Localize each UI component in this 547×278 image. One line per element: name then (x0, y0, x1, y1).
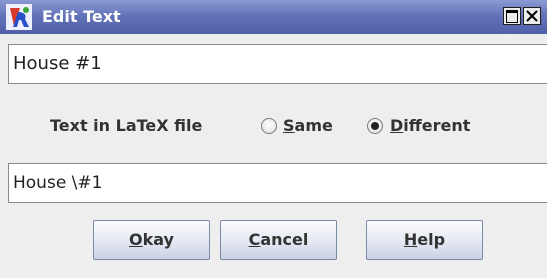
different-mnemonic: D (390, 116, 404, 135)
window-title: Edit Text (42, 7, 121, 26)
cancel-mnemonic: C (248, 230, 261, 249)
okay-mnemonic: O (129, 230, 143, 249)
app-logo-icon (6, 4, 32, 30)
help-label-rest: elp (417, 230, 446, 249)
same-radio[interactable] (261, 118, 277, 134)
different-radio[interactable] (367, 118, 383, 134)
okay-button[interactable]: Okay (93, 220, 210, 260)
same-label-rest: ame (294, 116, 333, 135)
edit-text-dialog: Edit Text House #1 Text in LaTeX file Sa… (0, 0, 547, 278)
help-mnemonic: H (403, 230, 418, 249)
latex-text-input[interactable]: House \#1 (8, 163, 547, 203)
different-label-rest: ifferent (403, 116, 471, 135)
close-icon[interactable] (523, 7, 541, 25)
cancel-button[interactable]: Cancel (220, 220, 337, 260)
title-bar[interactable]: Edit Text (0, 0, 547, 34)
same-radio-label[interactable]: Same (283, 116, 333, 135)
help-button[interactable]: Help (366, 220, 483, 260)
latex-option-row: Text in LaTeX file Same Different (0, 112, 547, 142)
cancel-label-rest: ancel (260, 230, 309, 249)
latex-option-label: Text in LaTeX file (50, 116, 203, 135)
maximize-icon[interactable] (503, 7, 521, 25)
same-mnemonic: S (283, 116, 295, 135)
text-input[interactable]: House #1 (8, 44, 547, 84)
different-radio-label[interactable]: Different (390, 116, 470, 135)
okay-label-rest: kay (142, 230, 174, 249)
